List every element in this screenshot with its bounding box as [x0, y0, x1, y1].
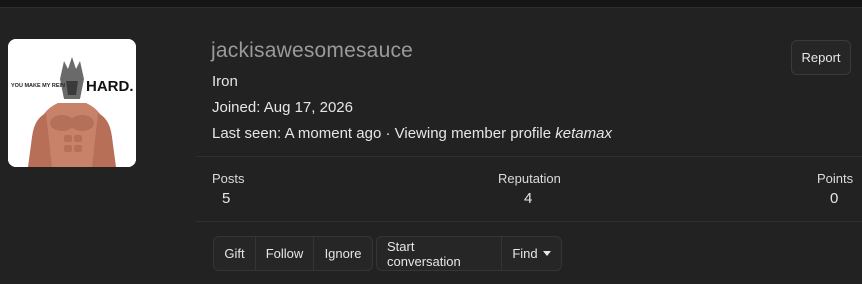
svg-text:HARD.: HARD.	[86, 78, 134, 95]
avatar-image: YOU MAKE MY REIN HARD.	[8, 39, 136, 167]
username: jackisawesomesauce	[211, 39, 414, 62]
report-button[interactable]: Report	[791, 40, 851, 75]
stat-points-label: Points	[817, 171, 854, 186]
gift-button[interactable]: Gift	[214, 237, 255, 270]
follow-button[interactable]: Follow	[255, 237, 313, 270]
conversation-actions-group: Start conversation Find	[376, 236, 562, 271]
joined-label: Joined:	[212, 99, 261, 116]
last-seen-label: Last seen:	[212, 125, 282, 142]
user-rank: Iron	[212, 73, 238, 90]
stat-points-value[interactable]: 0	[830, 190, 838, 207]
divider	[196, 221, 862, 222]
last-seen-info: Last seen: A moment ago · Viewing member…	[212, 125, 612, 142]
separator-dot: ·	[385, 125, 391, 142]
activity-text: Viewing member profile	[394, 125, 552, 142]
find-button[interactable]: Find	[501, 237, 561, 270]
activity-target-link[interactable]: ketamax	[555, 125, 612, 142]
start-conversation-button[interactable]: Start conversation	[377, 237, 501, 270]
stat-posts-label: Posts	[212, 171, 245, 186]
stat-posts-value[interactable]: 5	[222, 190, 230, 207]
stat-reputation-value[interactable]: 4	[524, 190, 532, 207]
avatar[interactable]: YOU MAKE MY REIN HARD.	[8, 39, 136, 167]
joined-info: Joined: Aug 17, 2026	[212, 99, 353, 116]
ignore-button[interactable]: Ignore	[313, 237, 372, 270]
stat-reputation-label: Reputation	[498, 171, 561, 186]
svg-text:YOU MAKE MY REIN: YOU MAKE MY REIN	[11, 83, 65, 89]
find-label: Find	[512, 246, 538, 261]
top-strip	[0, 0, 862, 7]
divider	[196, 156, 862, 157]
chevron-down-icon	[542, 251, 551, 256]
member-actions-group: Gift Follow Ignore	[213, 236, 373, 271]
joined-date: Aug 17, 2026	[263, 99, 353, 116]
last-seen-value: A moment ago	[284, 125, 382, 142]
